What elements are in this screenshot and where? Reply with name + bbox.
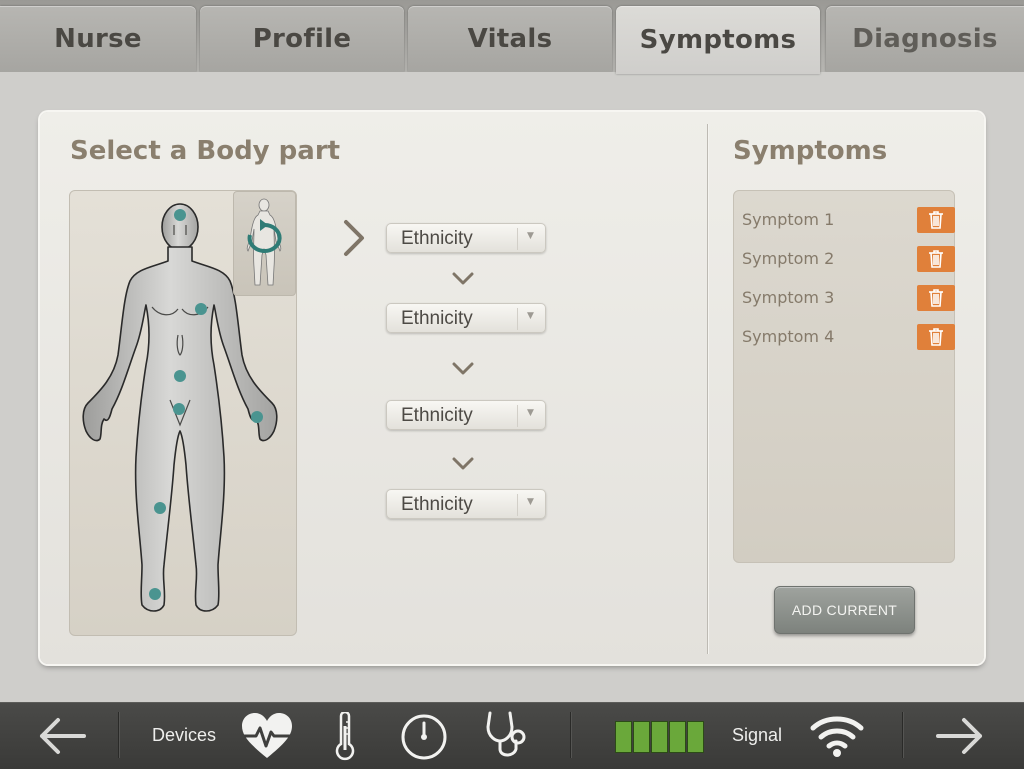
tab-profile[interactable]: Profile [200,6,404,72]
panel-divider [707,124,708,654]
chevron-down-icon [452,362,474,375]
battery-cell [669,721,686,753]
dropdown-arrow-icon: ▼ [527,408,534,418]
delete-symptom-button[interactable] [917,285,955,311]
select-separator [517,308,518,330]
ethnicity-select-1[interactable]: Ethnicity ▼ [386,223,546,253]
tab-symptoms[interactable]: Symptoms [616,6,820,74]
symptom-label[interactable]: Symptom 4 [742,327,834,346]
delete-symptom-button[interactable] [917,207,955,233]
wifi-icon [810,716,864,757]
select-separator [517,494,518,516]
dropdown-arrow-icon: ▼ [527,311,534,321]
ethnicity-select-4[interactable]: Ethnicity ▼ [386,489,546,519]
toolbar-separator [570,712,571,758]
delete-symptom-button[interactable] [917,246,955,272]
tab-vitals[interactable]: Vitals [408,6,612,72]
heart-rate-icon[interactable] [240,712,294,760]
signal-label: Signal [732,725,783,745]
body-part-heading: Select a Body part [70,136,341,166]
trash-icon [929,250,943,268]
symptoms-heading: Symptoms [733,136,888,166]
select-value: Ethnicity [401,308,473,329]
select-separator [517,228,518,250]
marker-ankle [149,588,161,600]
dropdown-arrow-icon: ▼ [527,497,534,507]
tab-diagnosis[interactable]: Diagnosis [826,6,1024,72]
tab-nurse[interactable]: Nurse [0,6,196,72]
marker-abdomen [174,370,186,382]
ethnicity-select-3[interactable]: Ethnicity ▼ [386,400,546,430]
forward-arrow-icon[interactable] [934,716,986,756]
add-current-button[interactable]: ADD CURRENT [774,586,915,634]
select-value: Ethnicity [401,228,473,249]
trash-icon [929,328,943,346]
marker-chest [195,303,207,315]
stethoscope-icon[interactable] [484,711,530,761]
trash-icon [929,211,943,229]
ethnicity-select-2[interactable]: Ethnicity ▼ [386,303,546,333]
battery-cell [633,721,650,753]
marker-pelvis [173,403,185,415]
chevron-down-icon [452,457,474,470]
delete-symptom-button[interactable] [917,324,955,350]
symptom-label[interactable]: Symptom 2 [742,249,834,268]
select-separator [517,405,518,427]
chevron-right-icon [344,220,364,256]
gauge-icon[interactable] [400,713,448,761]
thermometer-icon[interactable] [334,712,356,762]
chevron-down-icon [452,272,474,285]
rotate-figure-icon [246,198,282,286]
marker-thigh [154,502,166,514]
marker-left-hand [251,411,263,423]
symptom-label[interactable]: Symptom 3 [742,288,834,307]
select-value: Ethnicity [401,405,473,426]
battery-cell [615,721,632,753]
dropdown-arrow-icon: ▼ [527,231,534,241]
devices-label: Devices [152,725,217,745]
back-arrow-icon[interactable] [36,716,88,756]
select-value: Ethnicity [401,494,473,515]
battery-cell [687,721,704,753]
symptom-label[interactable]: Symptom 1 [742,210,834,229]
toolbar-separator [118,712,119,758]
trash-icon [929,289,943,307]
marker-head [174,209,186,221]
battery-cell [651,721,668,753]
toolbar-separator [902,712,903,758]
